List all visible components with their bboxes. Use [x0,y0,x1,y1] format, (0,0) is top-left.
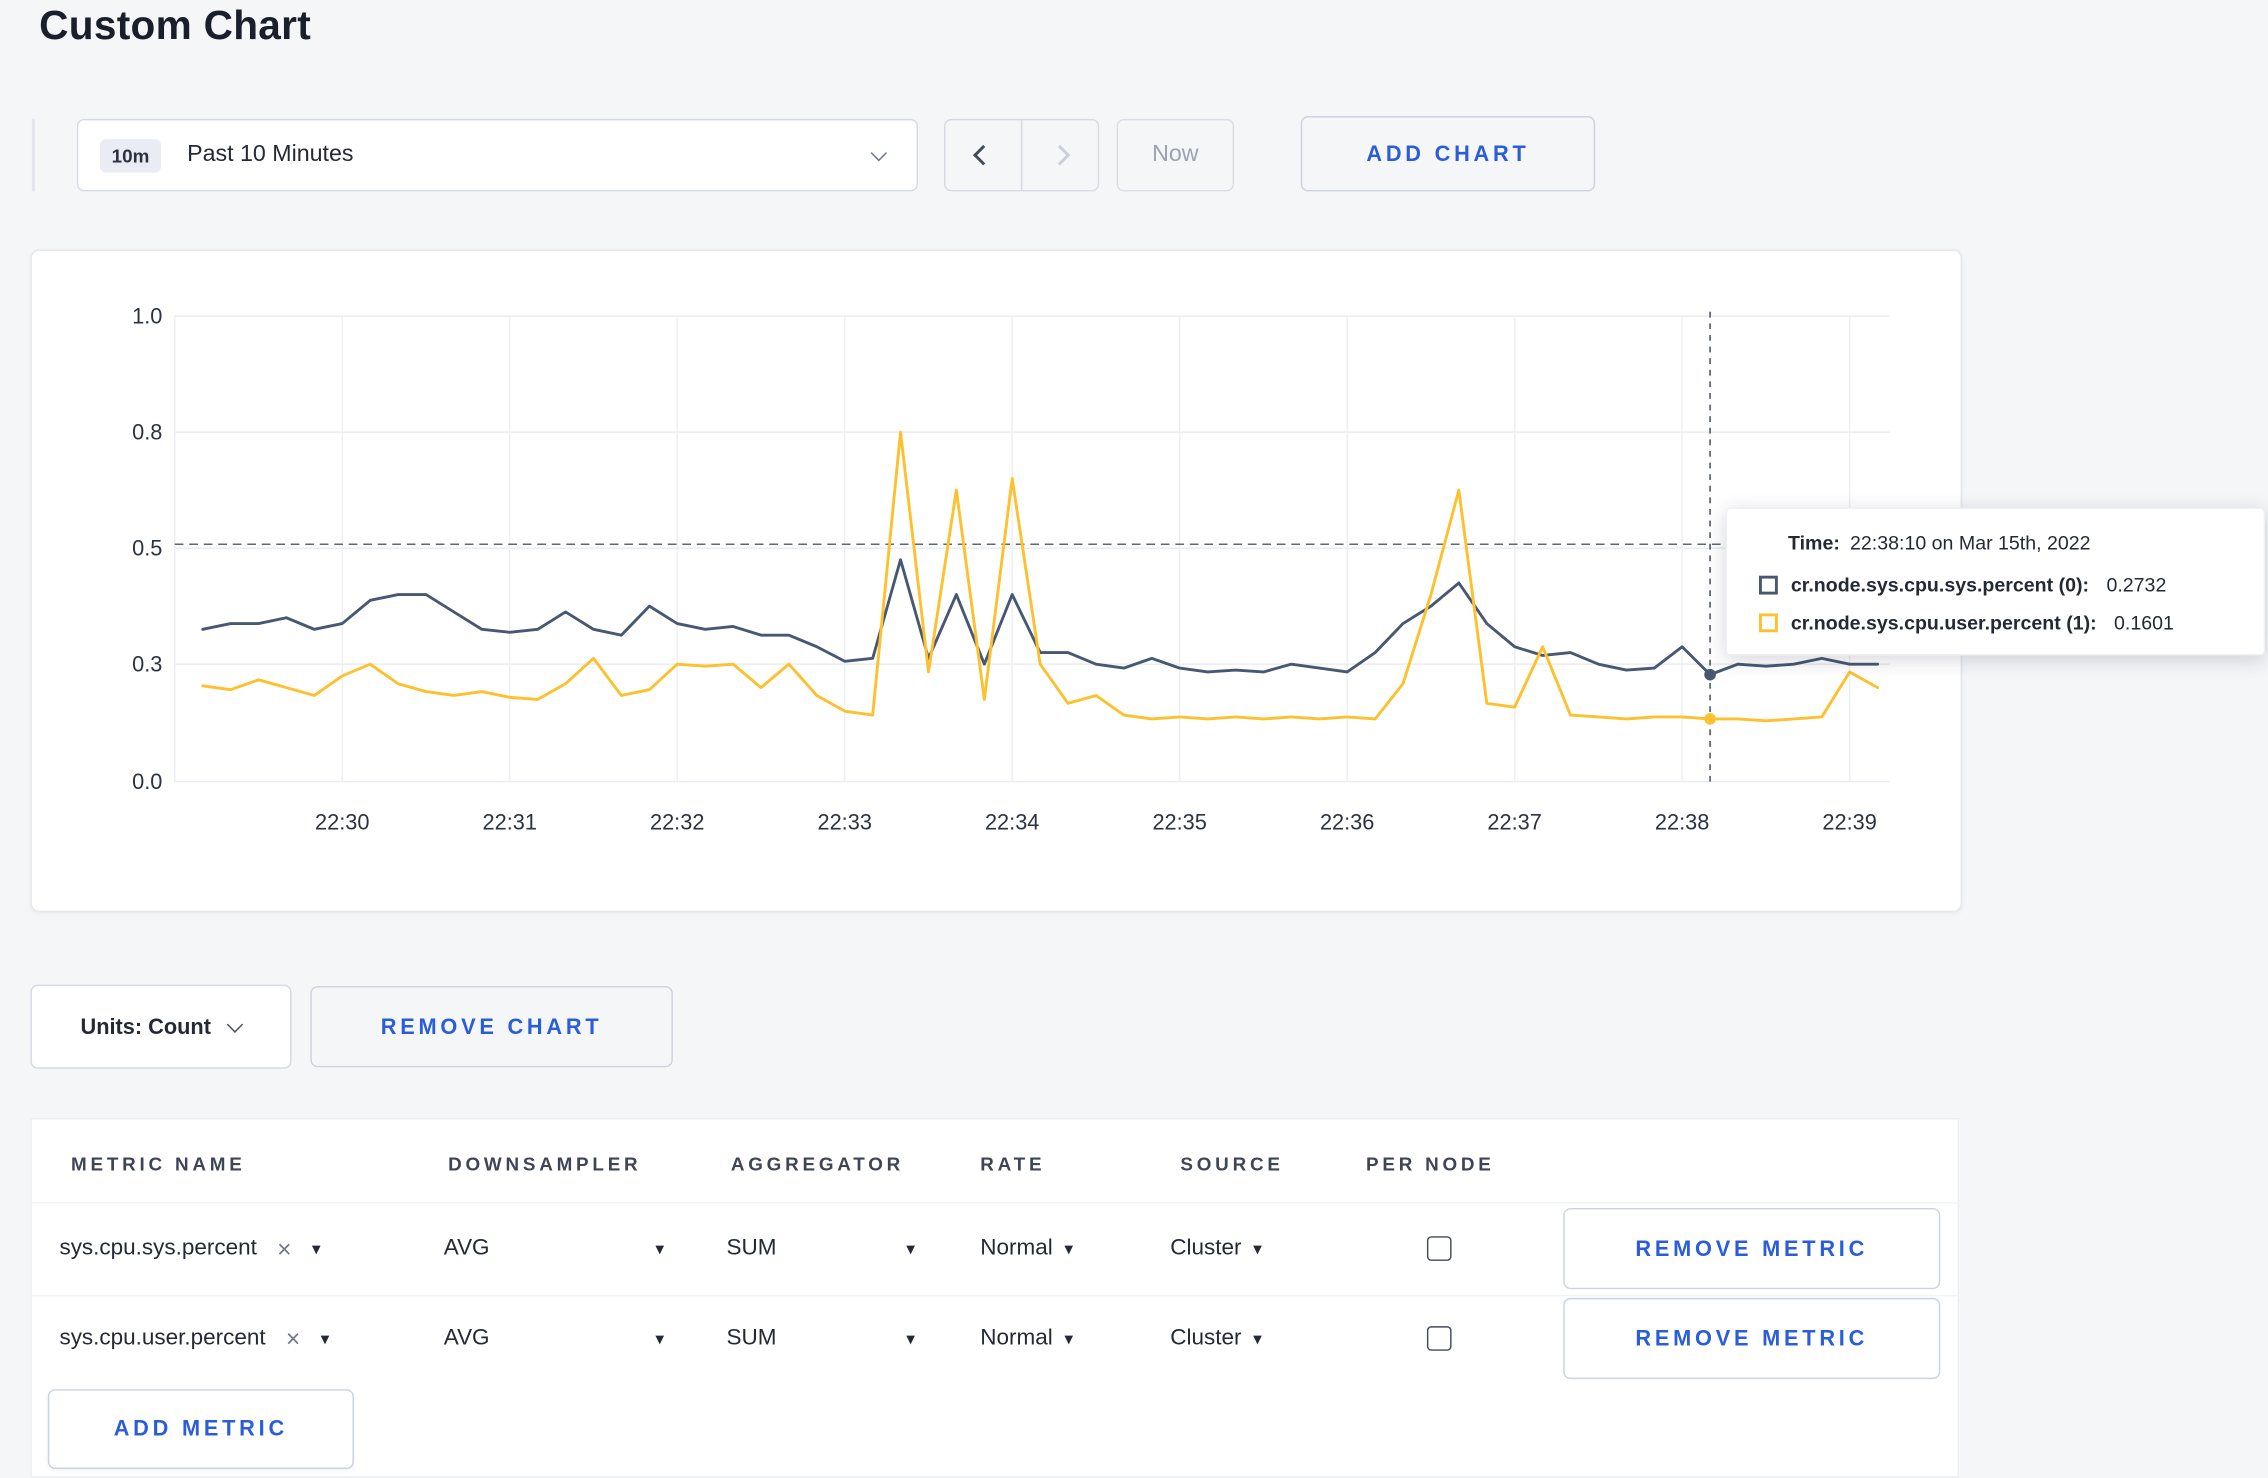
prev-time-button[interactable] [944,118,1023,192]
column-header-source: SOURCE [1180,1152,1284,1175]
source-value: Cluster [1170,1235,1242,1261]
chart-tooltip: Time: 22:38:10 on Mar 15th, 2022 cr.node.… [1725,507,2266,656]
tooltip-series-name: cr.node.sys.cpu.user.percent (1): [1790,611,2097,634]
tooltip-series-row: cr.node.sys.cpu.user.percent (1): 0.1601 [1759,612,2240,634]
add-chart-button[interactable]: ADD CHART [1300,116,1596,192]
column-header-per-node: PER NODE [1366,1152,1495,1175]
units-dropdown[interactable]: Units: Count [30,984,292,1069]
series-sys-swatch-icon [1759,575,1778,595]
remove-metric-button[interactable]: REMOVE METRIC [1563,1297,1941,1380]
tooltip-series-name: cr.node.sys.cpu.sys.percent (0): [1790,574,2090,597]
aggregator-value: SUM [726,1325,777,1351]
caret-down-icon: ▾ [655,1328,665,1349]
svg-text:22:36: 22:36 [1320,809,1374,834]
remove-chart-button[interactable]: REMOVE CHART [310,986,673,1068]
time-range-dropdown[interactable]: 10m Past 10 Minutes [76,118,918,192]
now-button[interactable]: Now [1116,118,1235,192]
clear-metric-icon[interactable]: × [277,1236,291,1261]
caret-down-icon: ▾ [1253,1328,1262,1349]
caret-down-icon: ▾ [1253,1238,1262,1259]
caret-down-icon: ▾ [1064,1328,1074,1349]
metric-row: sys.cpu.user.percent × ▾ AVG ▾ SUM ▾ Nor… [31,1294,1961,1381]
chevron-down-icon [227,1016,244,1033]
custom-chart-page: Custom Chart 10m Past 10 Minutes Now ADD… [0,0,2268,1478]
caret-down-icon: ▾ [1064,1238,1074,1259]
rate-value: Normal [980,1235,1053,1261]
clear-metric-icon[interactable]: × [286,1326,300,1351]
time-pager [944,118,1100,192]
source-dropdown[interactable]: Cluster ▾ [1170,1236,1262,1262]
toolbar-divider [31,118,35,192]
caret-down-icon: ▾ [320,1328,330,1349]
per-node-checkbox[interactable] [1426,1236,1452,1261]
time-range-badge: 10m [100,138,162,172]
svg-text:22:33: 22:33 [817,809,871,834]
per-node-cell [1426,1326,1452,1351]
per-node-cell [1426,1236,1452,1261]
metric-name-label: sys.cpu.sys.percent [59,1235,257,1261]
page-title: Custom Chart [39,2,312,48]
caret-down-icon: ▾ [311,1238,321,1259]
svg-text:22:35: 22:35 [1152,809,1206,834]
chevron-left-icon [972,144,994,166]
add-metric-button[interactable]: ADD METRIC [47,1389,354,1469]
tooltip-series-value: 0.1601 [2114,611,2174,634]
aggregator-dropdown[interactable]: SUM ▾ [727,1325,916,1351]
svg-text:22:30: 22:30 [315,809,369,834]
downsampler-dropdown[interactable]: AVG ▾ [444,1236,664,1262]
chevron-right-icon [1049,144,1071,166]
metric-name-dropdown[interactable]: sys.cpu.user.percent × ▾ [59,1325,329,1351]
time-range-label: Past 10 Minutes [187,142,354,167]
aggregator-value: SUM [726,1235,777,1261]
aggregator-dropdown[interactable]: SUM ▾ [727,1236,916,1262]
svg-text:22:39: 22:39 [1822,809,1876,834]
tooltip-series-row: cr.node.sys.cpu.sys.percent (0): 0.2732 [1759,574,2240,596]
rate-value: Normal [980,1325,1053,1351]
chevron-down-icon [870,144,887,162]
column-header-rate: RATE [980,1152,1046,1175]
svg-text:22:38: 22:38 [1655,809,1709,834]
metric-row: sys.cpu.sys.percent × ▾ AVG ▾ SUM ▾ Norm… [31,1202,1961,1293]
chart-svg[interactable]: 1.0 0.8 0.5 0.3 0.0 22:30 22:31 22:32 22:33 22:34… [32,251,1961,911]
svg-text:0.5: 0.5 [132,535,162,560]
downsampler-value: AVG [443,1325,490,1351]
per-node-checkbox[interactable] [1426,1326,1452,1351]
tooltip-series-value: 0.2732 [2106,574,2167,597]
series-user-swatch-icon [1759,613,1778,633]
column-header-metric-name: METRIC NAME [71,1152,246,1175]
tooltip-time-value: 22:38:10 on Mar 15th, 2022 [1850,532,2091,554]
chart-card: 1.0 0.8 0.5 0.3 0.0 22:30 22:31 22:32 22:33 22:34… [30,249,1963,913]
tooltip-time: Time: 22:38:10 on Mar 15th, 2022 [1788,532,2240,554]
svg-text:1.0: 1.0 [132,303,162,328]
svg-text:0.3: 0.3 [132,651,162,676]
tooltip-time-label: Time: [1788,532,1840,554]
source-value: Cluster [1170,1325,1242,1351]
caret-down-icon: ▾ [906,1238,916,1259]
remove-metric-button[interactable]: REMOVE METRIC [1563,1207,1941,1290]
source-dropdown[interactable]: Cluster ▾ [1170,1325,1262,1351]
svg-text:0.8: 0.8 [132,419,162,444]
column-header-aggregator: AGGREGATOR [730,1152,905,1175]
caret-down-icon: ▾ [906,1328,916,1349]
caret-down-icon: ▾ [655,1238,665,1259]
downsampler-value: AVG [443,1235,490,1261]
svg-text:0.0: 0.0 [132,769,162,794]
svg-text:22:32: 22:32 [650,809,704,834]
svg-text:22:31: 22:31 [483,809,537,834]
downsampler-dropdown[interactable]: AVG ▾ [444,1325,664,1351]
rate-dropdown[interactable]: Normal ▾ [980,1236,1073,1262]
svg-text:22:34: 22:34 [985,809,1039,834]
units-label: Units: Count [80,1014,211,1040]
metric-name-label: sys.cpu.user.percent [59,1325,266,1351]
svg-text:22:37: 22:37 [1487,809,1541,834]
column-header-downsampler: DOWNSAMPLER [448,1152,642,1175]
metric-name-dropdown[interactable]: sys.cpu.sys.percent × ▾ [59,1236,320,1262]
rate-dropdown[interactable]: Normal ▾ [980,1325,1073,1351]
stage: Custom Chart 10m Past 10 Minutes Now ADD… [0,0,2268,1478]
next-time-button[interactable] [1020,118,1100,192]
